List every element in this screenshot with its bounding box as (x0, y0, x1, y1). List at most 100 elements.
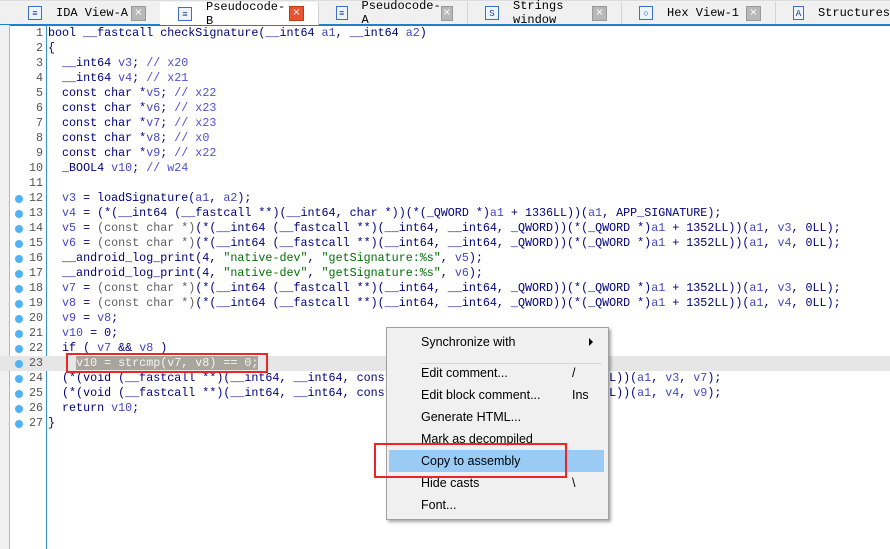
code-line[interactable]: 1 bool __fastcall checkSignature(__int64 … (0, 26, 890, 41)
tab-hex-view-1[interactable]: ○ Hex View-1 × (621, 2, 776, 24)
code-line[interactable]: 20 v9 = v8; (0, 311, 890, 326)
structures-icon: A (793, 6, 804, 20)
code-line[interactable]: 13 v4 = (*(__int64 (__fastcall **)(__int… (0, 206, 890, 221)
line-number: 14 (28, 221, 43, 235)
annotation-box-selected-line (66, 353, 268, 373)
code-text[interactable]: v10 = 0; (48, 326, 118, 341)
pseudocode-icon: ≡ (336, 6, 348, 20)
code-line[interactable]: 14 v5 = (const char *)(*(__int64 (__fast… (0, 221, 890, 236)
code-text[interactable]: { (48, 41, 55, 56)
line-number: 12 (28, 191, 43, 205)
code-line[interactable]: 17 __android_log_print(4, "native-dev", … (0, 266, 890, 281)
code-line[interactable]: 12 v3 = loadSignature(a1, a2); (0, 191, 890, 206)
line-number: 21 (28, 326, 43, 340)
line-number: 16 (28, 251, 43, 265)
code-text[interactable]: v7 = (const char *)(*(__int64 (__fastcal… (48, 281, 841, 296)
code-text[interactable]: __int64 v3; // x20 (48, 56, 188, 71)
code-text[interactable]: } (48, 416, 55, 431)
code-text[interactable]: const char *v6; // x23 (48, 101, 216, 116)
code-text[interactable]: return v10; (48, 401, 139, 416)
tab-label: Hex View-1 (667, 6, 740, 20)
menu-item-shortcut: Ins (572, 388, 589, 402)
code-text[interactable]: (*(void (__fastcall **)(__int64, __int64… (48, 386, 721, 401)
menu-item-shortcut: \ (572, 476, 576, 490)
line-number: 1 (35, 26, 43, 40)
code-text[interactable]: const char *v9; // x22 (48, 146, 216, 161)
close-icon[interactable]: × (440, 5, 453, 21)
code-line[interactable]: 10 _BOOL4 v10; // w24 (0, 161, 890, 176)
tab-strings-window[interactable]: S Strings window × (467, 0, 622, 27)
line-number: 17 (28, 266, 43, 280)
hex-view-icon: ○ (639, 6, 653, 20)
code-text[interactable]: __android_log_print(4, "native-dev", "ge… (48, 251, 483, 266)
line-number: 8 (35, 131, 43, 145)
close-icon[interactable]: × (131, 5, 146, 21)
tab-label: Strings window (513, 0, 564, 27)
code-text[interactable]: bool __fastcall checkSignature(__int64 a… (48, 26, 427, 41)
menu-item-edit-comment[interactable]: Edit comment... / (389, 362, 604, 384)
menu-item-edit-block-comment[interactable]: Edit block comment... Ins (389, 384, 604, 406)
line-number: 18 (28, 281, 43, 295)
code-text[interactable]: _BOOL4 v10; // w24 (48, 161, 188, 176)
close-icon[interactable]: × (746, 5, 761, 21)
code-text[interactable]: const char *v8; // x0 (48, 131, 209, 146)
line-number: 23 (28, 356, 43, 370)
strings-icon: S (485, 6, 499, 20)
submenu-arrow-icon (589, 338, 593, 346)
code-text[interactable]: v8 = (const char *)(*(__int64 (__fastcal… (48, 296, 841, 311)
code-text[interactable]: __android_log_print(4, "native-dev", "ge… (48, 266, 483, 281)
code-line[interactable]: 19 v8 = (const char *)(*(__int64 (__fast… (0, 296, 890, 311)
code-text[interactable]: const char *v7; // x23 (48, 116, 216, 131)
line-number: 11 (28, 176, 43, 190)
code-text[interactable]: (*(void (__fastcall **)(__int64, __int64… (48, 371, 721, 386)
menu-item-font[interactable]: Font... (389, 494, 604, 516)
code-text[interactable]: const char *v5; // x22 (48, 86, 216, 101)
menu-item-synchronize-with[interactable]: Synchronize with (389, 331, 604, 353)
code-line[interactable]: 16 __android_log_print(4, "native-dev", … (0, 251, 890, 266)
code-line[interactable]: 3 __int64 v3; // x20 (0, 56, 890, 71)
menu-item-label: Generate HTML... (421, 410, 522, 424)
code-text[interactable]: v6 = (const char *)(*(__int64 (__fastcal… (48, 236, 841, 251)
menu-item-label: Font... (421, 498, 457, 512)
line-number: 6 (35, 101, 43, 115)
line-number: 4 (35, 71, 43, 85)
code-line[interactable]: 5 const char *v5; // x22 (0, 86, 890, 101)
close-icon[interactable]: × (592, 5, 607, 21)
tab-label: IDA View-A (56, 6, 129, 20)
line-number: 20 (28, 311, 43, 325)
code-line[interactable]: 11 (0, 176, 890, 191)
code-text[interactable]: v5 = (const char *)(*(__int64 (__fastcal… (48, 221, 841, 236)
line-number: 7 (35, 116, 43, 130)
code-line[interactable]: 9 const char *v9; // x22 (0, 146, 890, 161)
code-line[interactable]: 7 const char *v7; // x23 (0, 116, 890, 131)
code-line[interactable]: 4 __int64 v4; // x21 (0, 71, 890, 86)
code-line[interactable]: 2{ (0, 41, 890, 56)
line-number: 19 (28, 296, 43, 310)
menu-item-shortcut: / (572, 366, 576, 380)
tab-label: Structures (817, 6, 890, 20)
code-line[interactable]: 15 v6 = (const char *)(*(__int64 (__fast… (0, 236, 890, 251)
line-number: 5 (35, 86, 43, 100)
line-number: 3 (35, 56, 43, 70)
code-text[interactable]: __int64 v4; // x21 (48, 71, 188, 86)
menu-item-generate-html[interactable]: Generate HTML... (389, 406, 604, 428)
tab-label: Pseudocode-A (361, 0, 441, 27)
code-text[interactable]: v3 = loadSignature(a1, a2); (48, 191, 251, 206)
tab-ida-view-a[interactable]: ≡ IDA View-A × (10, 2, 161, 24)
code-line[interactable]: 18 v7 = (const char *)(*(__int64 (__fast… (0, 281, 890, 296)
code-line[interactable]: 8 const char *v8; // x0 (0, 131, 890, 146)
close-icon[interactable]: × (289, 6, 304, 21)
line-number: 24 (28, 371, 43, 385)
code-text[interactable]: v4 = (*(__int64 (__fastcall **)(__int64,… (48, 206, 721, 221)
code-line[interactable]: 6 const char *v6; // x23 (0, 101, 890, 116)
line-number: 10 (28, 161, 43, 175)
annotation-box-copy-to-assembly (374, 443, 567, 478)
line-number: 27 (28, 416, 43, 430)
tab-pseudocode-b[interactable]: ≡ Pseudocode-B × (160, 0, 319, 28)
tab-pseudocode-a[interactable]: ≡ Pseudocode-A × (318, 0, 468, 27)
line-number: 15 (28, 236, 43, 250)
menu-item-label: Edit block comment... (421, 388, 541, 402)
menu-item-label: Edit comment... (421, 366, 508, 380)
tab-structures[interactable]: A Structures (775, 2, 890, 24)
code-text[interactable]: v9 = v8; (48, 311, 118, 326)
